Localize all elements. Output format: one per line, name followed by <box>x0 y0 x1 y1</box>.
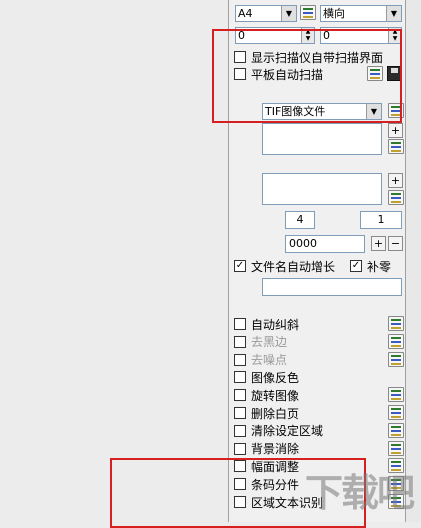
checkbox-box[interactable] <box>234 335 246 348</box>
checkbox-box[interactable]: ✓ <box>350 260 362 272</box>
prefix-settings-icon[interactable] <box>388 190 404 205</box>
watermark-logo: 下载吧 <box>305 471 415 515</box>
option-checkbox-row[interactable]: 旋转图像 <box>234 387 299 403</box>
orientation-value: 横向 <box>323 7 345 20</box>
option-checkbox-row[interactable]: 去黑边 <box>234 334 287 350</box>
digit-count-field[interactable]: 4 <box>285 211 315 229</box>
path-settings-icon[interactable] <box>388 139 404 154</box>
checkbox-box[interactable] <box>234 442 246 455</box>
filename-prefix-field[interactable] <box>262 173 382 205</box>
checkbox-box[interactable] <box>234 371 246 384</box>
checkbox-box[interactable]: ✓ <box>234 260 246 272</box>
page-size-settings-icon[interactable] <box>300 5 316 20</box>
add-path-button[interactable]: + <box>388 123 403 138</box>
option-settings-icon[interactable] <box>388 422 404 438</box>
auto-increment-label: 文件名自动增长 <box>251 259 336 274</box>
option-label: 图像反色 <box>251 370 300 385</box>
option-label: 去噪点 <box>251 353 288 368</box>
option-checkbox-row[interactable]: 去噪点 <box>234 352 287 368</box>
option-settings-icon[interactable] <box>388 333 404 349</box>
zero-pad-checkbox[interactable]: ✓ 补零 <box>350 258 391 274</box>
vertical-scrollbar[interactable] <box>406 0 421 522</box>
checkbox-box[interactable] <box>234 318 246 330</box>
checkbox-box[interactable] <box>234 353 246 366</box>
option-checkbox-row[interactable]: 删除白页 <box>234 405 299 421</box>
dropdown-arrow-icon[interactable]: ▼ <box>386 6 401 21</box>
add-prefix-button[interactable]: + <box>388 173 403 188</box>
option-label: 去黑边 <box>251 335 288 350</box>
page-size-value: A4 <box>238 7 253 20</box>
option-settings-icon[interactable] <box>388 316 404 331</box>
orientation-select[interactable]: 横向 ▼ <box>320 5 402 22</box>
blank-workspace <box>0 0 228 522</box>
counter-field[interactable]: 0000 <box>285 235 365 253</box>
option-label: 删除白页 <box>251 406 300 421</box>
option-label: 旋转图像 <box>251 388 300 403</box>
zero-pad-label: 补零 <box>367 259 392 274</box>
option-checkbox-row[interactable]: 图像反色 <box>234 369 299 385</box>
option-settings-icon[interactable] <box>388 351 404 367</box>
option-settings-icon[interactable] <box>388 440 404 456</box>
increment-button[interactable]: + <box>371 236 386 251</box>
option-checkbox-row[interactable]: 清除设定区域 <box>234 423 323 439</box>
decrement-button[interactable]: − <box>388 236 403 251</box>
option-label: 自动纠斜 <box>251 317 300 332</box>
checkbox-box[interactable] <box>234 407 246 419</box>
checkbox-box[interactable] <box>234 389 246 402</box>
custom-text-field[interactable] <box>262 278 402 296</box>
option-checkbox-row[interactable]: 自动纠斜 <box>234 316 299 332</box>
option-label: 背景消除 <box>251 442 300 457</box>
dropdown-arrow-icon[interactable]: ▼ <box>281 6 296 21</box>
checkbox-box[interactable] <box>234 424 246 437</box>
option-settings-icon[interactable] <box>388 387 404 403</box>
highlight-box-scanner <box>212 29 402 123</box>
output-path-field[interactable] <box>262 123 382 155</box>
option-settings-icon[interactable] <box>388 405 404 420</box>
option-checkbox-row[interactable]: 背景消除 <box>234 441 299 457</box>
option-label: 清除设定区域 <box>251 424 324 439</box>
page-size-select[interactable]: A4 ▼ <box>235 5 297 22</box>
auto-increment-checkbox[interactable]: ✓ 文件名自动增长 <box>234 258 335 274</box>
start-number-field[interactable]: 1 <box>360 211 402 229</box>
